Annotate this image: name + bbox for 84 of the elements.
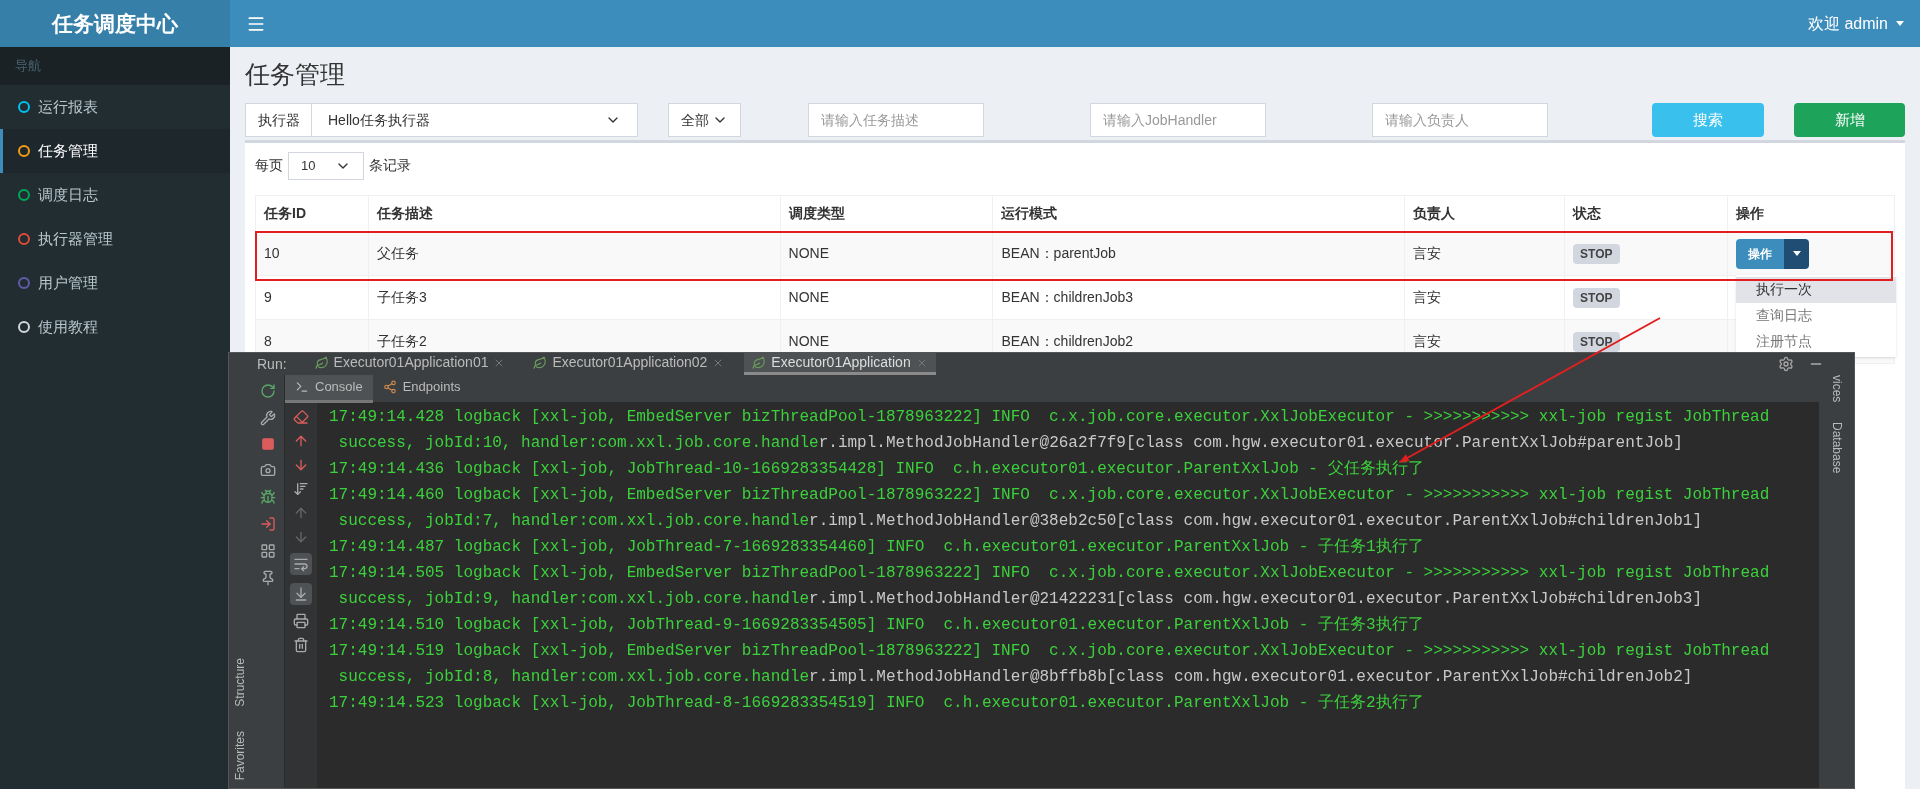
leaf-icon: [314, 355, 329, 370]
status-badge: STOP: [1573, 244, 1620, 264]
menu-item[interactable]: 执行一次: [1736, 276, 1896, 303]
owner-field[interactable]: 请输入负责人: [1372, 103, 1548, 137]
user-menu[interactable]: 欢迎 admin: [1807, 11, 1904, 36]
column-header: 负责人: [1404, 195, 1565, 232]
side-panel-tab[interactable]: vices: [1827, 375, 1846, 403]
column-header: 状态: [1564, 195, 1728, 232]
clear-icon[interactable]: [293, 409, 309, 425]
status-badge: STOP: [1573, 288, 1620, 308]
add-button[interactable]: 新增: [1794, 103, 1905, 137]
sidebar-item[interactable]: 调度日志: [0, 173, 230, 217]
table-cell: 父任务: [368, 231, 781, 276]
console-line: success, jobId:8, handler:com.xxl.job.core.handler.impl.MethodJobHandler@8bffb8b[class com.hgw.executor01.executor.ParentXxlJob#childrenJob2]: [337, 667, 1693, 688]
layout-icon[interactable]: [259, 543, 276, 559]
table-cell: 9: [255, 275, 369, 320]
sidebar-item[interactable]: 使用教程: [0, 305, 230, 349]
page-size-select[interactable]: 10: [288, 151, 364, 180]
column-header: 调度类型: [780, 195, 993, 232]
app-logo[interactable]: 任务调度中心: [0, 0, 230, 47]
executor-label: 执行器: [245, 103, 312, 137]
bug-icon[interactable]: [259, 489, 276, 505]
executor-select[interactable]: Hello任务执行器: [312, 103, 638, 137]
menu-item[interactable]: 查询日志: [1736, 302, 1896, 329]
leaf-icon: [533, 355, 548, 370]
nav-heading: 导航: [0, 47, 230, 85]
jobhandler-field[interactable]: 请输入JobHandler: [1090, 103, 1266, 137]
scroll-to-end-toggle[interactable]: [290, 583, 312, 605]
leaf-icon: [752, 355, 767, 370]
wrench-icon[interactable]: [259, 410, 276, 426]
action-caret-button[interactable]: [1784, 238, 1809, 269]
trash-icon[interactable]: [293, 637, 309, 653]
table-cell: BEAN：parentJob: [993, 231, 1405, 276]
print-icon[interactable]: [293, 613, 309, 629]
column-header: 任务描述: [368, 195, 781, 232]
sidebar-item[interactable]: 任务管理: [0, 129, 230, 173]
settings-icon[interactable]: [1778, 356, 1794, 372]
console-line: 17:49:14.510 logback [xxl-job, JobThread-9-1669283354505] INFO c.h.executor01.executor.ParentXxlJob - 子任务3执行了: [329, 615, 1424, 636]
table-cell: BEAN：childrenJob3: [993, 275, 1405, 320]
table-cell: NONE: [780, 231, 993, 276]
sidebar-item[interactable]: 运行报表: [0, 85, 230, 129]
table-cell: 10: [255, 231, 369, 276]
stop-icon[interactable]: [260, 437, 275, 451]
caret-icon: [1896, 21, 1904, 26]
console-tab[interactable]: Console: [285, 374, 373, 403]
description-field[interactable]: 请输入任务描述: [808, 103, 984, 137]
table-cell: NONE: [780, 275, 993, 320]
camera-icon[interactable]: [259, 462, 276, 478]
console-line: 17:49:14.460 logback [xxl-job, EmbedServer bizThreadPool-1878963222] INFO c.x.job.core.executor.XxlJobExecutor - >>>>>>>>>>> xxl-job regist JobThread: [329, 485, 1770, 506]
table-cell: 言安: [1404, 275, 1565, 320]
sidebar-item[interactable]: 用户管理: [0, 261, 230, 305]
status-select[interactable]: 全部: [668, 103, 741, 137]
column-header: 运行模式: [993, 195, 1405, 232]
arrow-to-line-icon: [293, 586, 309, 602]
page-size-label: 每页: [255, 156, 283, 175]
side-panel-tab[interactable]: Database: [1827, 422, 1846, 474]
console-line: 17:49:14.519 logback [xxl-job, EmbedServer bizThreadPool-1878963222] INFO c.x.job.core.executor.XxlJobExecutor - >>>>>>>>>>> xxl-job regist JobThread: [329, 641, 1770, 662]
soft-wrap-toggle[interactable]: [290, 553, 312, 575]
run-tab[interactable]: Executor01Application: [744, 353, 936, 375]
exit-icon[interactable]: [259, 516, 276, 532]
sidebar-item[interactable]: 执行器管理: [0, 217, 230, 261]
caret-icon: [1792, 251, 1801, 256]
column-header: 任务ID: [255, 195, 369, 232]
console-tab[interactable]: Endpoints: [372, 374, 471, 403]
console-line: 17:49:14.505 logback [xxl-job, EmbedServer bizThreadPool-1878963222] INFO c.x.job.core.executor.XxlJobExecutor - >>>>>>>>>>> xxl-job regist JobThread: [329, 563, 1770, 584]
console-line: 17:49:14.523 logback [xxl-job, JobThread-8-1669283354519] INFO c.h.executor01.executor.ParentXxlJob - 子任务2执行了: [329, 693, 1424, 714]
page-title: 任务管理: [245, 59, 345, 91]
side-panel-tab[interactable]: Favorites: [231, 730, 249, 780]
side-panel-tab[interactable]: Structure: [231, 657, 249, 707]
terminal-icon: [295, 380, 309, 394]
console-line: success, jobId:9, handler:com.xxl.job.core.handler.impl.MethodJobHandler@21422231[class com.hgw.executor01.executor.ParentXxlJob#childrenJob3]: [337, 589, 1703, 610]
arrow-down-icon[interactable]: [293, 457, 309, 473]
sort-icon[interactable]: [293, 481, 309, 497]
console-line: success, jobId:7, handler:com.xxl.job.core.handler.impl.MethodJobHandler@38eb2c50[class com.hgw.executor01.executor.ParentXxlJob#childrenJob1]: [337, 511, 1703, 532]
nodes-icon: [382, 380, 397, 394]
status-badge: STOP: [1573, 332, 1620, 352]
column-header: 操作: [1727, 195, 1895, 232]
rerun-icon[interactable]: [259, 383, 276, 399]
table-cell: 言安: [1404, 231, 1565, 276]
wrap-text-icon: [293, 556, 309, 572]
console-line: 17:49:14.487 logback [xxl-job, JobThread-7-1669283354460] INFO c.h.executor01.executor.ParentXxlJob - 子任务1执行了: [329, 537, 1424, 558]
table-cell: 子任务3: [368, 275, 781, 320]
action-button[interactable]: 操作: [1736, 238, 1784, 269]
page-size-label: 条记录: [369, 156, 411, 175]
